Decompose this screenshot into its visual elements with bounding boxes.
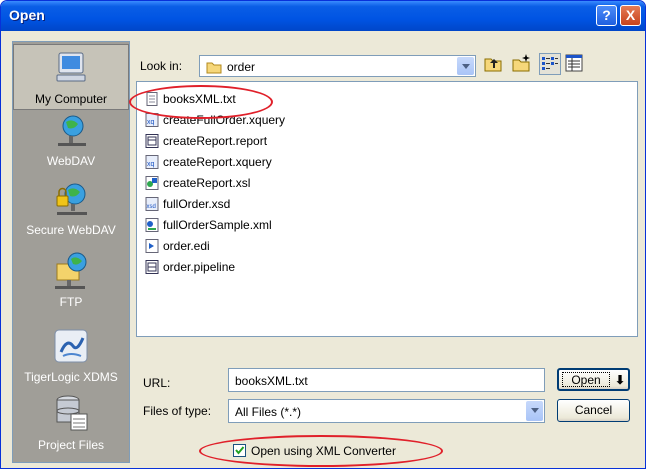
url-input[interactable]: booksXML.txt — [228, 368, 545, 392]
look-in-combo[interactable]: order — [199, 55, 476, 77]
list-view-icon — [542, 57, 558, 70]
place-label: FTP — [59, 295, 83, 309]
place-secure-webdav[interactable]: Secure WebDAV — [13, 182, 129, 246]
look-in-label-text: Look in: — [140, 59, 183, 73]
details-view-icon — [565, 54, 583, 72]
xquery-file-icon: xq — [145, 155, 159, 169]
new-folder-button[interactable] — [511, 53, 533, 75]
file-name: fullOrder.xsd — [163, 197, 231, 211]
place-label: Project Files — [37, 438, 105, 452]
file-name: createReport.xsl — [163, 176, 251, 190]
ftp-icon — [55, 252, 87, 289]
xml-converter-checkbox[interactable] — [233, 444, 246, 457]
url-value: booksXML.txt — [235, 374, 308, 388]
file-name: order.pipeline — [163, 260, 236, 274]
project-files-icon — [56, 395, 88, 431]
place-label: Secure WebDAV — [26, 223, 116, 237]
place-label: WebDAV — [46, 154, 96, 168]
place-webdav[interactable]: WebDAV — [13, 114, 129, 178]
details-view-button[interactable] — [564, 53, 586, 75]
look-in-value: order — [227, 60, 256, 74]
place-project-files[interactable]: Project Files — [13, 394, 129, 458]
xsl-file-icon — [145, 176, 159, 190]
place-ftp[interactable]: FTP — [13, 250, 129, 318]
place-tigerlogic-xdms[interactable]: TigerLogic XDMS — [13, 324, 129, 390]
open-button-label: Open — [571, 373, 601, 387]
xquery-file-icon: xq — [145, 113, 159, 127]
file-name: createFullOrder.xquery — [163, 113, 286, 127]
url-label: URL: — [143, 376, 171, 390]
close-button[interactable]: X — [620, 5, 641, 26]
xsd-file-icon: xsd — [145, 197, 159, 211]
file-list[interactable]: booksXML.txt xq createFullOrder.xquery c… — [136, 81, 638, 337]
place-label: TigerLogic XDMS — [24, 370, 118, 384]
chevron-down-icon[interactable] — [457, 57, 474, 75]
chevron-down-icon[interactable] — [526, 401, 543, 421]
split-arrow-icon[interactable]: ⬇ — [615, 370, 625, 391]
place-label: My Computer — [34, 92, 108, 106]
xml-converter-label[interactable]: Open using XML Converter — [251, 444, 396, 458]
svg-text:xq: xq — [147, 119, 155, 126]
cancel-button[interactable]: Cancel — [557, 399, 630, 422]
new-folder-icon — [512, 54, 530, 72]
window-title: Open — [9, 7, 45, 23]
open-dialog: Open ? X My Computer WebDAV Secure WebDA… — [0, 0, 646, 469]
svg-text:xsd: xsd — [147, 204, 156, 210]
webdav-icon — [58, 115, 86, 146]
tigerlogic-xdms-icon — [54, 329, 88, 363]
look-in-label: Look in: — [140, 59, 182, 73]
up-folder-icon — [484, 58, 502, 72]
file-name: booksXML.txt — [163, 92, 236, 106]
svg-text:xq: xq — [147, 161, 155, 168]
text-file-icon — [146, 92, 158, 106]
file-type-value: All Files (*.*) — [235, 405, 302, 419]
list-view-button[interactable] — [539, 53, 561, 75]
title-bar[interactable]: Open ? X — [1, 1, 645, 31]
my-computer-icon — [56, 52, 86, 82]
file-name: createReport.xquery — [163, 155, 272, 169]
help-button[interactable]: ? — [596, 5, 617, 26]
file-name: order.edi — [163, 239, 210, 253]
folder-icon — [206, 62, 222, 74]
open-button-focus: Open — [562, 372, 610, 387]
xml-file-icon — [145, 218, 159, 232]
file-type-label: Files of type: — [143, 404, 212, 418]
checkmark-icon — [235, 446, 245, 455]
open-button[interactable]: Open ⬇ — [557, 368, 630, 391]
places-bar: My Computer WebDAV Secure WebDAV FTP Tig… — [12, 41, 130, 463]
file-name: fullOrderSample.xml — [163, 218, 272, 232]
pipeline-file-icon — [145, 260, 159, 274]
file-name: createReport.report — [163, 134, 268, 148]
report-file-icon — [145, 134, 159, 148]
place-my-computer[interactable]: My Computer — [13, 44, 129, 110]
secure-webdav-icon — [56, 183, 87, 215]
file-type-select[interactable]: All Files (*.*) — [228, 399, 545, 423]
edi-file-icon — [145, 239, 159, 253]
up-one-level-button[interactable] — [483, 53, 505, 75]
